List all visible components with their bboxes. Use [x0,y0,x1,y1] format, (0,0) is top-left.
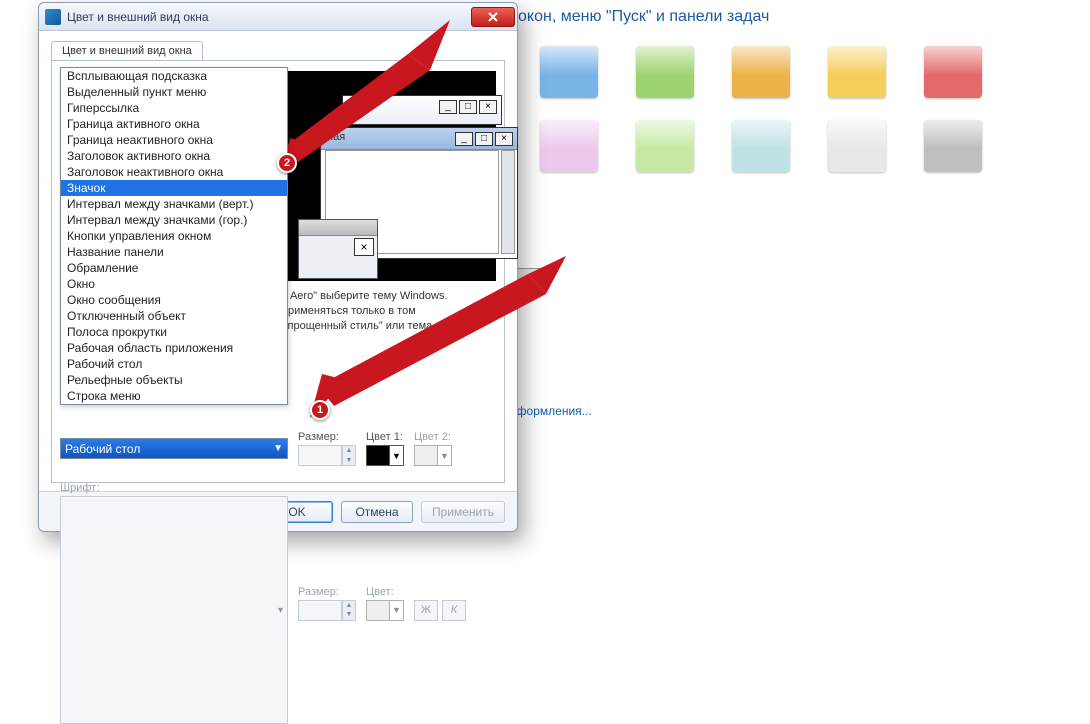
size-input[interactable] [298,445,342,466]
element-dropdown-list[interactable]: Всплывающая подсказкаВыделенный пункт ме… [60,67,288,405]
list-item[interactable]: Граница неактивного окна [61,132,287,148]
preview-message-box: × [298,219,378,279]
font-label: Шрифт: [60,482,288,494]
list-item[interactable]: Полоса прокрутки [61,324,287,340]
close-icon [487,12,499,22]
badge-2: 2 [277,153,297,173]
chevron-down-icon: ▾ [278,605,283,616]
size-label: Размер: [298,431,356,443]
color-swatch[interactable] [924,120,982,172]
color-swatch[interactable] [636,46,694,98]
color-swatch[interactable] [540,120,598,172]
list-item[interactable]: Название панели [61,244,287,260]
close-button[interactable] [471,7,515,27]
maximize-icon: □ [459,100,477,114]
list-item[interactable]: Заголовок неактивного окна [61,164,287,180]
preview-caption-fragment: ная [327,131,345,143]
color-swatch[interactable] [540,46,598,98]
preview-area: _ □ × ная _ □ × [282,71,496,281]
color1-picker[interactable]: ▼ [366,445,404,466]
color-swatch[interactable] [924,46,982,98]
list-item[interactable]: Отключенный объект [61,308,287,324]
list-item[interactable]: Обрамление [61,260,287,276]
combobox-value: Рабочий стол [65,442,140,456]
minimize-icon: _ [439,100,457,114]
chevron-down-icon: ▼ [273,443,283,454]
list-item[interactable]: Строка меню [61,388,287,404]
list-item[interactable]: Окно [61,276,287,292]
close-icon: × [479,100,497,114]
window-icon [45,9,61,25]
color1-label: Цвет 1: [366,431,404,443]
preview-inactive-window: _ □ × [342,95,502,125]
page-heading: окон, меню "Пуск" и панели задач [518,8,769,26]
font-size-label: Размер: [298,586,356,598]
preview-scrollbar [501,150,515,254]
list-item[interactable]: Рабочая область приложения [61,340,287,356]
list-item[interactable]: Кнопки управления окном [61,228,287,244]
maximize-icon: □ [475,132,493,146]
font-size-spinner: ▲▼ [342,600,356,621]
italic-button: К [442,600,466,621]
minimize-icon: _ [455,132,473,146]
color2-picker: ▼ [414,445,452,466]
list-item[interactable]: Гиперссылка [61,100,287,116]
list-item[interactable]: Значок [61,180,287,196]
close-icon: × [495,132,513,146]
instruction-text: s Aero" выберите тему Windows. применять… [282,289,496,334]
list-item[interactable]: Выделенный пункт меню [61,84,287,100]
color-swatch-grid [540,46,994,180]
font-color-picker: ▼ [366,600,404,621]
color-appearance-dialog: Цвет и внешний вид окна Цвет и внешний в… [38,2,518,532]
advanced-link[interactable]: оформления... [510,404,592,418]
color-swatch[interactable] [828,46,886,98]
list-item[interactable]: Заголовок активного окна [61,148,287,164]
list-item[interactable]: Окно сообщения [61,292,287,308]
font-combobox: ▾ [60,496,288,724]
color-swatch[interactable] [636,120,694,172]
badge-1: 1 [310,400,330,420]
element-combobox[interactable]: Рабочий стол ▼ [60,438,288,459]
list-item[interactable]: Интервал между значками (верт.) [61,196,287,212]
bold-button: Ж [414,600,438,621]
font-color-label: Цвет: [366,586,404,598]
list-item[interactable]: Всплывающая подсказка [61,68,287,84]
list-item[interactable]: Граница активного окна [61,116,287,132]
list-item[interactable]: Интервал между значками (гор.) [61,212,287,228]
close-icon: × [354,238,374,256]
list-item[interactable]: Рельефные объекты [61,372,287,388]
color-swatch[interactable] [828,120,886,172]
size-spinner[interactable]: ▲▼ [342,445,356,466]
window-title: Цвет и внешний вид окна [67,10,471,24]
color-swatch[interactable] [732,120,790,172]
font-size-input [298,600,342,621]
titlebar[interactable]: Цвет и внешний вид окна [39,3,517,31]
color2-label: Цвет 2: [414,431,452,443]
color-swatch[interactable] [732,46,790,98]
tab-pane: _ □ × ная _ □ × [51,60,505,483]
tab-color-appearance[interactable]: Цвет и внешний вид окна [51,41,203,60]
list-item[interactable]: Рабочий стол [61,356,287,372]
